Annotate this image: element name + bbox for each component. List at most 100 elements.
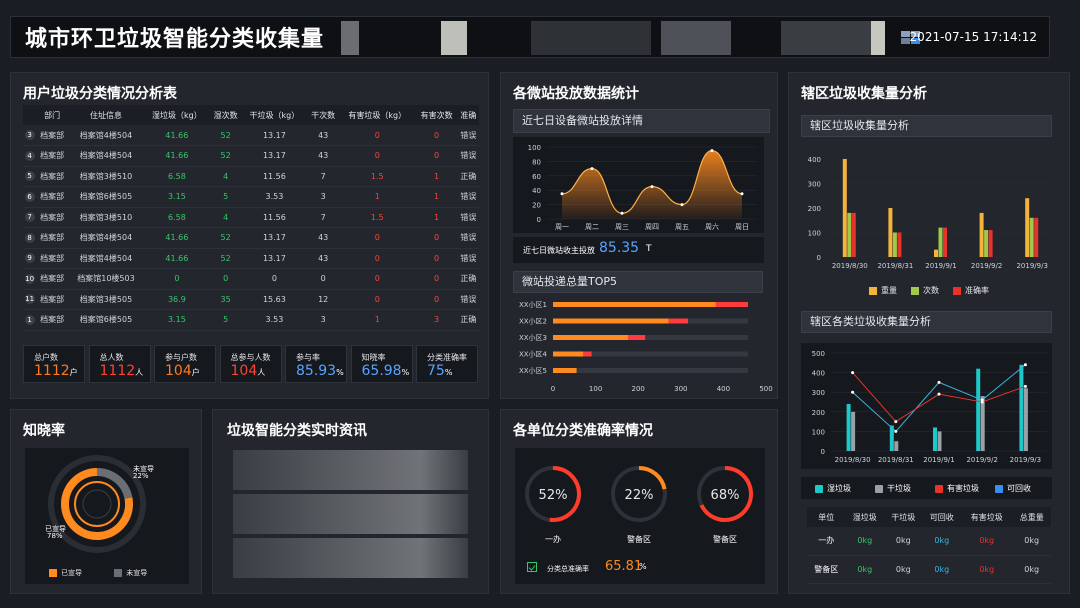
x-tick-label: 2019/9/3: [1016, 262, 1047, 270]
table-row[interactable]: 11 档案部 档案馆3楼505 36.9 35 15.63 12 0 0 错误: [23, 289, 479, 310]
table-row[interactable]: 7 档案部 档案馆3楼510 6.58 4 11.56 7 1.5 1 错误: [23, 207, 479, 228]
table-cell: 10: [23, 268, 37, 290]
row-index-badge: 4: [24, 150, 35, 161]
y-tick-label: 0: [537, 216, 541, 224]
bar: [668, 318, 688, 324]
table-cell: 正确: [457, 309, 479, 331]
table-cell: 1: [339, 309, 416, 331]
panel-title: 辖区垃圾收集量分析: [801, 86, 927, 102]
x-tick-label: 2019/9/1: [923, 456, 954, 464]
legend-label: 有害垃圾: [947, 484, 979, 493]
bar: [1023, 388, 1028, 451]
bar: [892, 232, 897, 257]
trash-bin-icon: [875, 484, 883, 493]
table-row[interactable]: 6 档案部 档案馆6楼505 3.15 5 3.53 3 1 1 错误: [23, 186, 479, 208]
x-tick-label: 周日: [735, 223, 749, 231]
stat-label: 总人数: [99, 353, 124, 362]
row-index-badge: 7: [24, 212, 35, 223]
table-row[interactable]: 警备区 0kg 0kg 0kg 0kg 0kg: [807, 555, 1051, 584]
table-cell: 0: [339, 227, 416, 249]
table-row[interactable]: 1 档案部 档案馆6楼505 3.15 5 3.53 3 1 3 正确: [23, 309, 479, 331]
legend-label: 干垃圾: [887, 484, 911, 493]
table-cell: 13.17: [241, 248, 308, 269]
row-index-badge: 1: [24, 314, 35, 325]
table-cell: 0: [143, 268, 210, 290]
data-point: [980, 400, 984, 404]
x-tick-label: 200: [632, 385, 645, 393]
table-cell: 档案馆6楼505: [67, 186, 144, 208]
gauge-arc: [638, 466, 667, 490]
gauge-name: 警备区: [713, 534, 737, 544]
bar: [933, 427, 937, 451]
table-cell: 3.53: [241, 309, 308, 331]
table-cell: 档案部: [36, 186, 68, 208]
column-header: 湿垃圾（kg）: [143, 105, 210, 125]
x-tick-label: 400: [717, 385, 730, 393]
bar-chart-legend: 重量 次数 准确率: [869, 285, 989, 296]
x-tick-label: 500: [759, 385, 772, 393]
table-cell: 档案部: [36, 289, 68, 310]
x-tick-label: 周五: [675, 223, 689, 231]
table-row[interactable]: 3 档案部 档案馆4楼504 41.66 52 13.17 43 0 0 错误: [23, 125, 479, 146]
header-decoration: [781, 21, 871, 55]
table-cell: 43: [307, 248, 340, 269]
news-item[interactable]: [233, 538, 468, 578]
table-body: 一办 0kg 0kg 0kg 0kg 0kg 警备区 0kg 0kg 0kg 0kg 0kg: [807, 527, 1051, 584]
table-row[interactable]: 8 档案部 档案馆4楼504 41.66 52 13.17 43 0 0 错误: [23, 227, 479, 249]
table-cell: 36.9: [143, 289, 210, 310]
trash-bin-icon: [815, 484, 823, 493]
table-cell: 0: [339, 268, 416, 290]
table-cell: 0kg: [845, 527, 885, 556]
legend-swatch: [49, 569, 57, 577]
news-item[interactable]: [233, 450, 468, 490]
y-tick-label: 100: [808, 230, 821, 238]
table-cell: 0kg: [884, 555, 923, 584]
table-cell: 0kg: [922, 527, 962, 556]
bar: [553, 351, 583, 357]
x-tick-label: 2019/8/30: [832, 262, 868, 270]
table-row[interactable]: 9 档案部 档案馆4楼504 41.66 52 13.17 43 0 0 错误: [23, 248, 479, 269]
x-tick-label: 2019/9/3: [1010, 456, 1041, 464]
x-tick-label: 2019/9/1: [925, 262, 956, 270]
stat-value: 104户: [165, 363, 200, 379]
bar: [934, 249, 938, 257]
y-tick-label: 200: [812, 409, 825, 417]
table-cell: 警备区: [807, 555, 846, 584]
table-cell: 1: [415, 166, 458, 187]
x-tick-label: 2019/9/2: [966, 456, 997, 464]
column-header-index: [23, 105, 37, 125]
column-header: 准确: [457, 105, 479, 125]
table-cell: 1.5: [339, 166, 416, 187]
stat-number: 104: [230, 363, 258, 379]
table-cell: 档案部: [36, 145, 68, 167]
table-cell: 正确: [457, 166, 479, 187]
table-row[interactable]: 一办 0kg 0kg 0kg 0kg 0kg: [807, 527, 1051, 556]
header-decoration: [341, 21, 359, 55]
table-cell: 0kg: [961, 555, 1013, 584]
legend-label: 准确率: [965, 286, 989, 295]
y-tick-label: 40: [532, 187, 541, 195]
pct-promoted: 78%: [47, 532, 63, 540]
column-header: 单位: [807, 507, 846, 527]
datetime-display: 2021-07-15 17:14:12: [909, 30, 1037, 44]
table-row[interactable]: 5 档案部 档案馆3楼510 6.58 4 11.56 7 1.5 1 正确: [23, 166, 479, 187]
news-item[interactable]: [233, 494, 468, 534]
legend-swatch: [953, 286, 961, 295]
y-tick-label: 100: [812, 428, 825, 436]
row-index-badge: 3: [24, 130, 35, 140]
inner-ring: [82, 489, 112, 519]
bar: [553, 302, 716, 307]
panel-title: 垃圾智能分类实时资讯: [227, 423, 367, 439]
table-row[interactable]: 10 档案部 档案馆10楼503 0 0 0 0 0 0 正确: [23, 268, 479, 290]
legend-entry: 有害垃圾: [935, 483, 979, 494]
bar: [553, 318, 669, 324]
table-cell: 0kg: [884, 527, 923, 556]
table-cell: 0kg: [1012, 555, 1051, 584]
table-cell: 52: [209, 227, 242, 249]
table-row[interactable]: 4 档案部 档案馆4楼504 41.66 52 13.17 43 0 0 错误: [23, 145, 479, 167]
trash-bin-icon: [935, 484, 943, 493]
bar: [1034, 217, 1039, 257]
stat-card: 知晓率 65.98%: [350, 345, 413, 383]
section-header: 微站投递总量TOP5: [513, 271, 763, 293]
bar: [851, 212, 856, 257]
